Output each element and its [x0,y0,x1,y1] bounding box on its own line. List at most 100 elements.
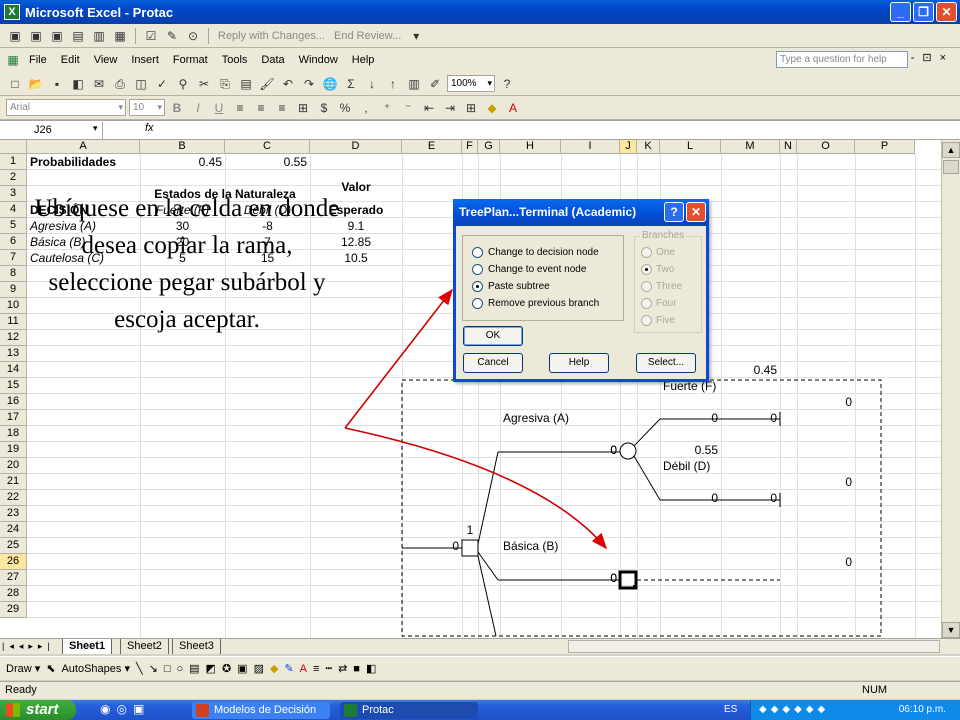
menu-window[interactable]: Window [292,54,345,66]
cell-e25[interactable]: 0 [405,538,459,554]
underline-icon[interactable]: U [210,99,228,117]
select-button[interactable]: Select... [636,353,696,373]
autoshapes-menu-button[interactable]: AutoShapes ▾ [61,662,130,675]
menu-edit[interactable]: Edit [54,54,87,66]
draw-fill-color-icon[interactable]: ◆ [270,662,278,675]
row-header-19[interactable]: 19 [0,442,27,458]
column-header-p[interactable]: P [855,140,915,154]
row-header-23[interactable]: 23 [0,506,27,522]
autosum-icon[interactable]: Σ [342,75,360,93]
horizontal-scrollbar[interactable] [568,640,940,653]
merge-center-icon[interactable]: ⊞ [294,99,312,117]
borders-icon[interactable]: ⊞ [462,99,480,117]
column-header-j[interactable]: J [620,140,637,154]
cell-h17[interactable]: Agresiva (A) [503,410,617,426]
review-icon-3[interactable]: ▣ [48,27,66,45]
research-icon[interactable]: ⚲ [174,75,192,93]
currency-icon[interactable]: $ [315,99,333,117]
review-icon-5[interactable]: ▥ [90,27,108,45]
increase-decimal-icon[interactable]: ⁺ [378,99,396,117]
row-header-2[interactable]: 2 [0,170,27,186]
row-header-11[interactable]: 11 [0,314,27,330]
column-header-k[interactable]: K [637,140,660,154]
end-review-button[interactable]: End Review... [331,30,404,42]
menu-format[interactable]: Format [166,54,215,66]
picture-icon[interactable]: ▨ [254,662,264,675]
open-icon[interactable]: 📂 [27,75,45,93]
column-header-l[interactable]: L [660,140,721,154]
format-painter-icon[interactable]: 🖌 [258,75,276,93]
fill-color-icon[interactable]: ◆ [483,99,501,117]
textbox-icon[interactable]: ▤ [189,662,199,675]
font-select[interactable]: Arial [6,99,126,116]
new-icon[interactable]: □ [6,75,24,93]
zoom-select[interactable]: 100% [447,75,495,92]
diagram-icon[interactable]: ✪ [222,662,231,675]
column-header-m[interactable]: M [721,140,780,154]
row-header-20[interactable]: 20 [0,458,27,474]
row-header-6[interactable]: 6 [0,234,27,250]
comment-icon[interactable]: ✎ [163,27,181,45]
row-header-7[interactable]: 7 [0,250,27,266]
shadow-icon[interactable]: ■ [353,663,360,675]
print-preview-icon[interactable]: ◫ [132,75,150,93]
column-header-g[interactable]: G [478,140,500,154]
dash-style-icon[interactable]: ┅ [325,662,332,675]
language-indicator[interactable]: ES [724,700,737,720]
permission-icon[interactable]: ◧ [69,75,87,93]
column-header-n[interactable]: N [780,140,797,154]
cell-i27[interactable]: 0 [564,570,617,586]
row-header-10[interactable]: 10 [0,298,27,314]
start-button[interactable]: start [0,700,76,720]
decrease-indent-icon[interactable]: ⇤ [420,99,438,117]
scroll-thumb[interactable] [943,160,959,174]
spelling-icon[interactable]: ✓ [153,75,171,93]
tab-sheet1[interactable]: Sheet1 [62,639,113,654]
draw-menu-button[interactable]: Draw ▾ [6,662,40,675]
select-all-corner[interactable] [0,140,27,154]
review-icon-2[interactable]: ▣ [27,27,45,45]
option-change-to-event-node[interactable]: Change to event node [472,262,586,277]
row-header-26[interactable]: 26 [0,554,27,570]
rectangle-icon[interactable]: □ [164,663,171,675]
name-box[interactable]: J26 [0,122,103,139]
cell-o26[interactable]: 0 [800,554,852,570]
align-center-icon[interactable]: ≡ [252,99,270,117]
tray-icons[interactable]: ◆◆◆◆◆◆ [751,704,829,715]
row-header-18[interactable]: 18 [0,426,27,442]
align-right-icon[interactable]: ≡ [273,99,291,117]
chart-wizard-icon[interactable]: ▥ [405,75,423,93]
3d-icon[interactable]: ◧ [366,662,376,675]
workbook-icon[interactable]: ▦ [4,51,22,69]
sort-descending-icon[interactable]: ↑ [384,75,402,93]
select-objects-icon[interactable]: ⬉ [46,662,55,675]
row-header-22[interactable]: 22 [0,490,27,506]
sort-ascending-icon[interactable]: ↓ [363,75,381,93]
cell-c1[interactable]: 0.55 [228,154,307,170]
sheet-nav-buttons[interactable]: |◂◂▸▸| [2,639,55,654]
row-header-12[interactable]: 12 [0,330,27,346]
scroll-up-icon[interactable]: ▲ [942,142,960,158]
column-header-d[interactable]: D [310,140,402,154]
drawing-icon[interactable]: ✐ [426,75,444,93]
workbook-window-controls[interactable]: -⊡× [911,51,954,64]
row-header-13[interactable]: 13 [0,346,27,362]
undo-icon[interactable]: ↶ [279,75,297,93]
cell-o16[interactable]: 0 [800,394,852,410]
help-search-input[interactable]: Type a question for help [776,51,908,68]
column-header-b[interactable]: B [140,140,225,154]
reply-with-changes-button[interactable]: Reply with Changes... [215,30,328,42]
row-header-4[interactable]: 4 [0,202,27,218]
checkbox-icon[interactable]: ☑ [142,27,160,45]
cell-m17[interactable]: 0 [724,410,777,426]
row-header-29[interactable]: 29 [0,602,27,618]
arrow-style-icon[interactable]: ⇄ [338,662,347,675]
vertical-scrollbar[interactable]: ▲ ▼ [941,140,960,638]
task-modelos-de-decision[interactable]: Modelos de Decisión [192,702,330,719]
column-header-h[interactable]: H [500,140,561,154]
row-header-17[interactable]: 17 [0,410,27,426]
row-header-8[interactable]: 8 [0,266,27,282]
close-button[interactable]: ✕ [936,2,957,22]
cell-o21[interactable]: 0 [800,474,852,490]
menu-file[interactable]: File [22,54,54,66]
